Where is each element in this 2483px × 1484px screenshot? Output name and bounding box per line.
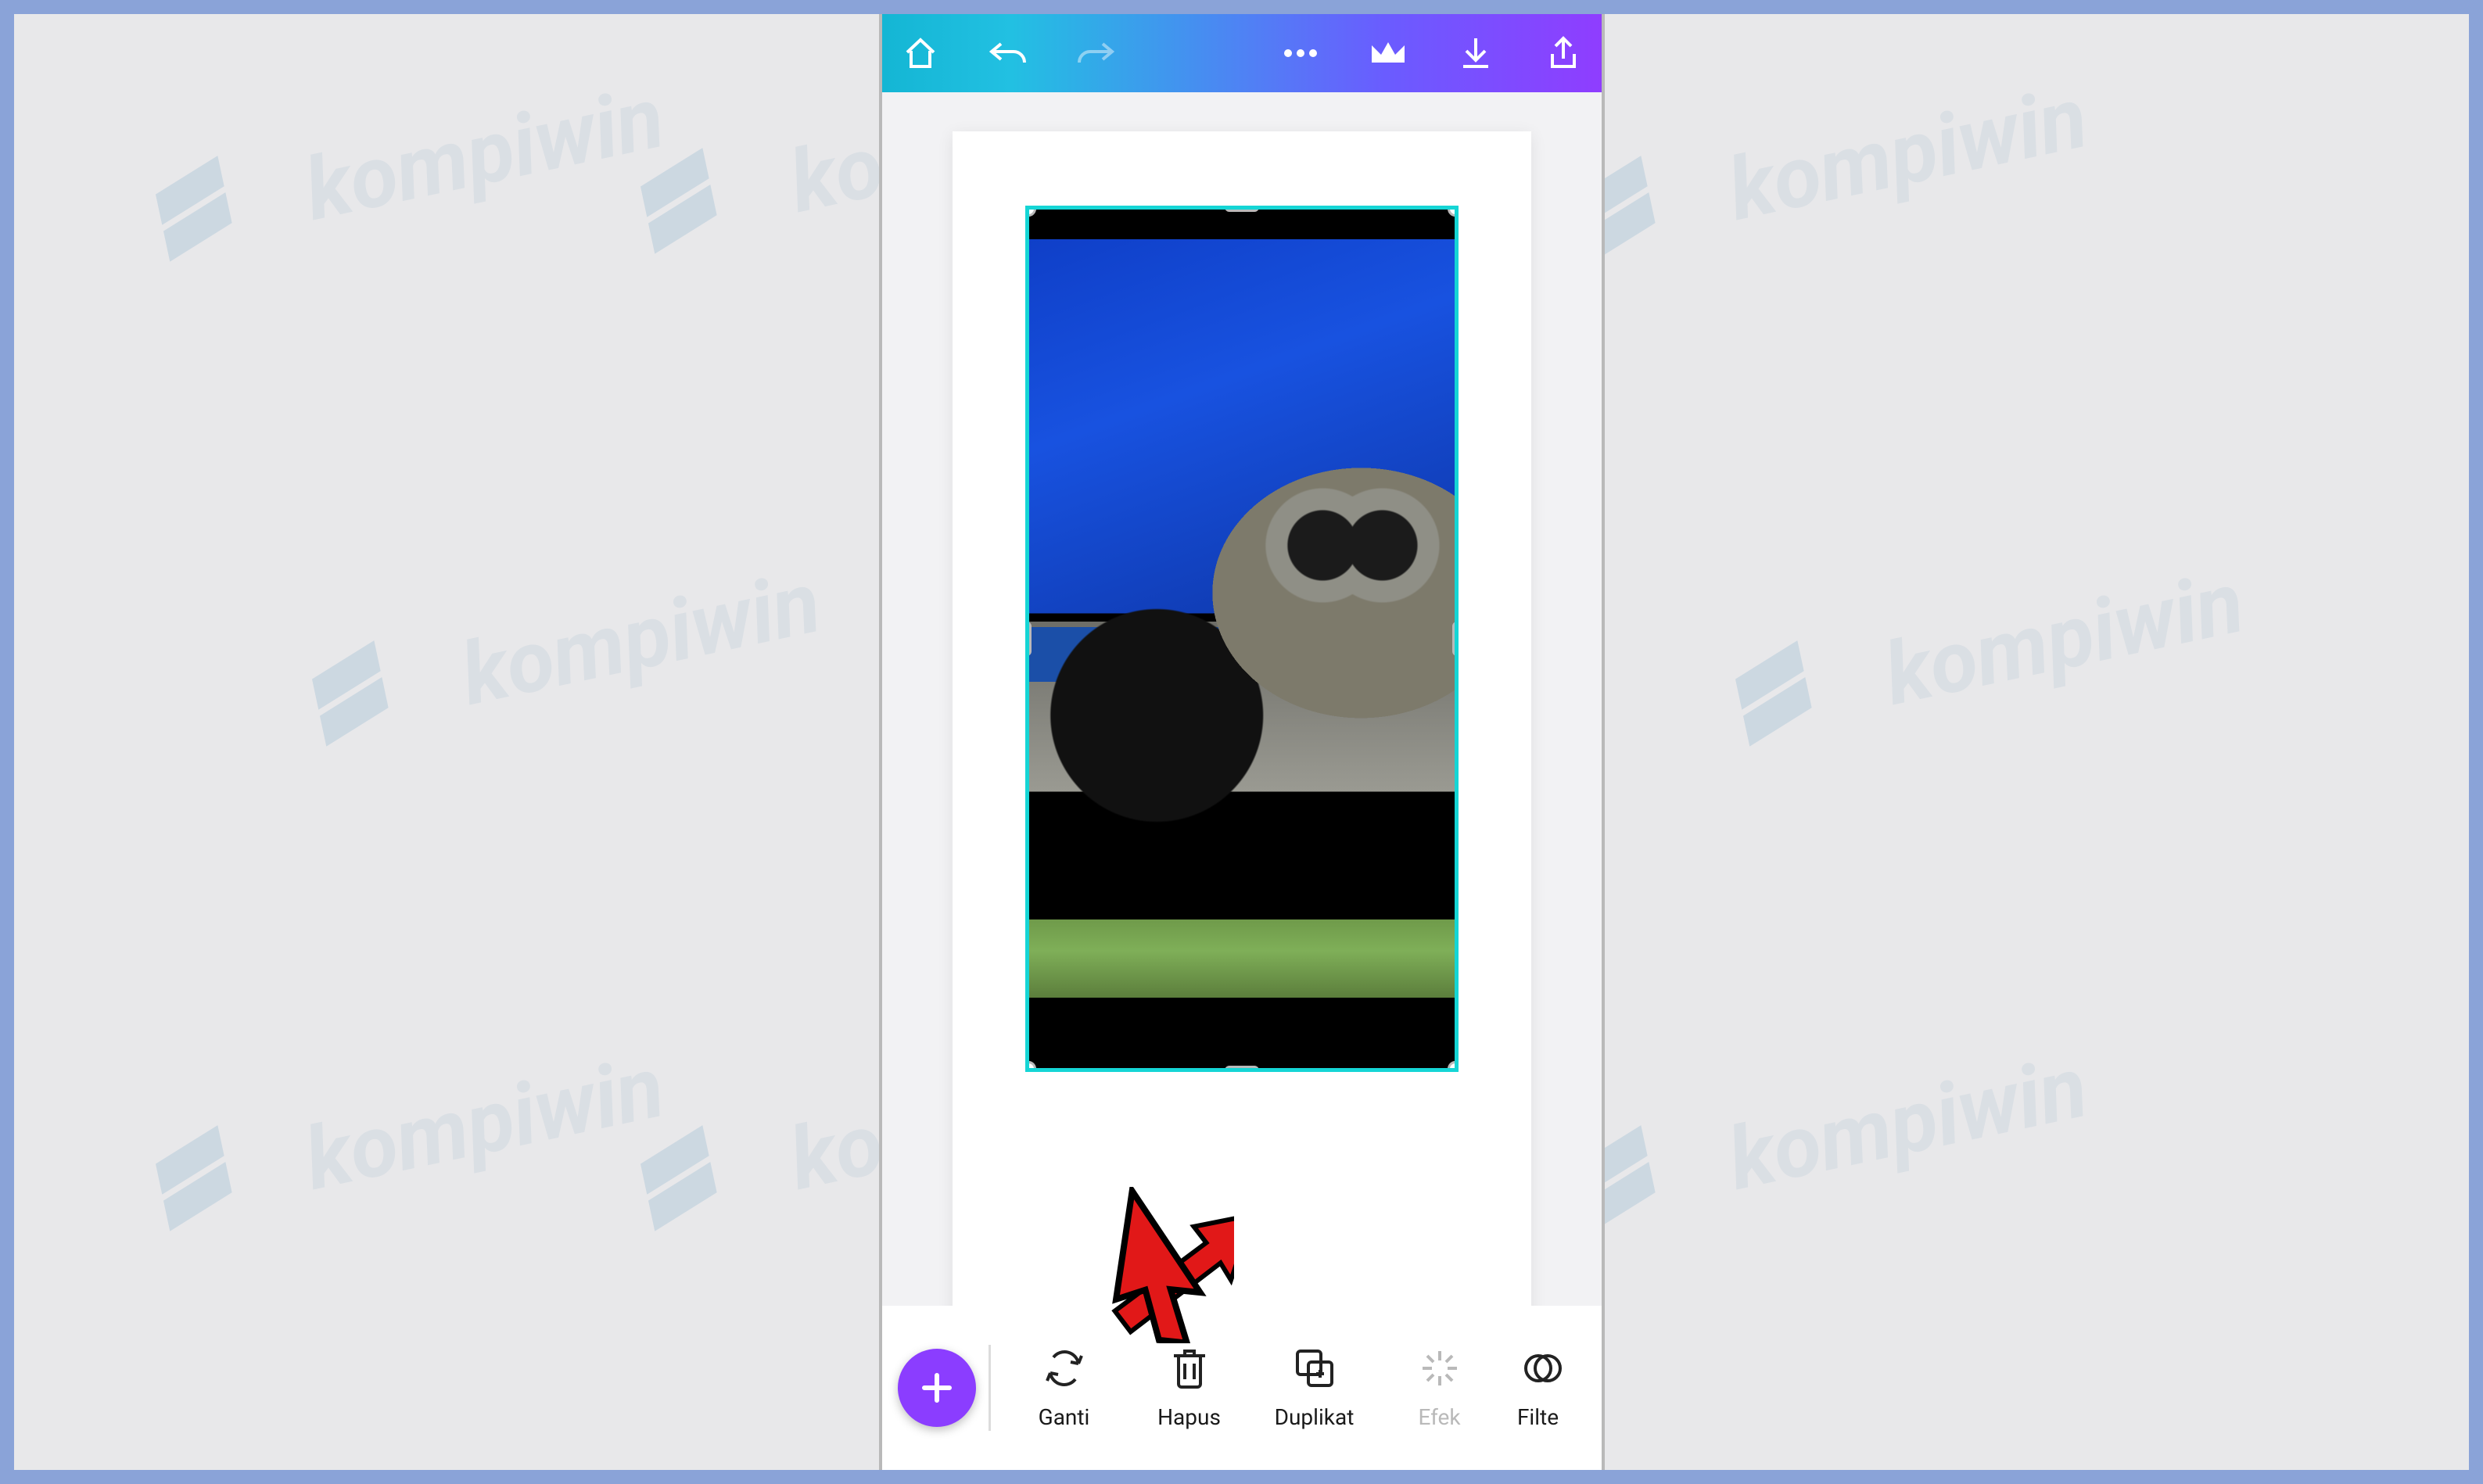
canvas-area[interactable] [882,92,1602,1306]
more-button[interactable] [1281,34,1320,73]
watermark: kompiwin [150,1033,671,1234]
filter-button[interactable]: Filte [1504,1346,1582,1430]
resize-handle-bl[interactable] [1029,1061,1036,1068]
resize-handle-r[interactable] [1452,622,1455,656]
download-button[interactable] [1456,34,1495,73]
watermark: kompiwin [150,63,671,264]
bottom-toolbar: Ganti Hapus Duplikat Efek Filte [882,1306,1602,1470]
tool-label: Hapus [1157,1404,1221,1430]
top-toolbar [882,14,1602,92]
divider [989,1345,991,1431]
design-page[interactable] [953,131,1531,1359]
crown-icon[interactable] [1369,34,1408,73]
watermark: kompiwin [307,548,827,749]
screenshot-frame: kompiwin kompiwin kompiwin kompiwin komp… [0,0,2483,1484]
share-button[interactable] [1544,34,1583,73]
delete-button[interactable]: Hapus [1128,1346,1250,1430]
resize-handle-l[interactable] [1029,622,1032,656]
replace-button[interactable]: Ganti [1003,1346,1125,1430]
tool-label: Efek [1418,1404,1460,1430]
add-button[interactable] [898,1349,976,1427]
resize-handle-tr[interactable] [1448,210,1455,217]
resize-handle-tl[interactable] [1029,210,1036,217]
tool-label: Duplikat [1275,1404,1355,1430]
watermark: kompiwin [1730,548,2251,749]
resize-handle-br[interactable] [1448,1061,1455,1068]
app-window: Ganti Hapus Duplikat Efek Filte [882,14,1602,1470]
home-button[interactable] [901,34,940,73]
watermark: kompiwin [1573,63,2094,264]
resize-handle-b[interactable] [1225,1066,1259,1068]
redo-button[interactable] [1076,34,1115,73]
resize-handle-t[interactable] [1225,210,1259,212]
undo-button[interactable] [989,34,1028,73]
effects-button[interactable]: Efek [1379,1346,1501,1430]
watermark: kompiwin [1573,1033,2094,1234]
photo-content [1029,239,1455,919]
selected-image[interactable] [1029,210,1455,1068]
tool-label: Ganti [1039,1404,1090,1430]
tool-label: Filte [1517,1404,1559,1430]
duplicate-button[interactable]: Duplikat [1254,1346,1376,1430]
photo-content [1029,919,1455,998]
